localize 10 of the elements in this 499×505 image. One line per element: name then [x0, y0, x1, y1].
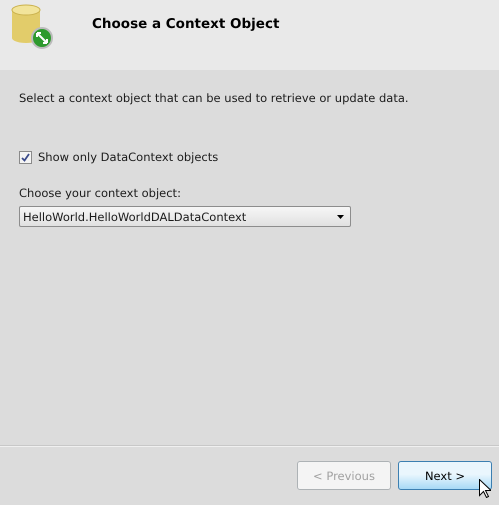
checkbox-label[interactable]: Show only DataContext objects: [38, 150, 218, 164]
cursor-icon: [479, 479, 491, 498]
field-label: Choose your context object:: [19, 186, 182, 200]
checkbox[interactable]: [19, 150, 32, 164]
description-text: Select a context object that can be used to retrieve or update data.: [19, 91, 410, 105]
caret-icon: [337, 214, 344, 218]
page-title: Choose a Context Object: [92, 16, 280, 32]
wizard-button[interactable]: Next >: [398, 461, 492, 490]
database-icon: [10, 4, 54, 50]
context-dropdown[interactable]: HelloWorld.HelloWorldDALDataContext: [19, 206, 351, 227]
